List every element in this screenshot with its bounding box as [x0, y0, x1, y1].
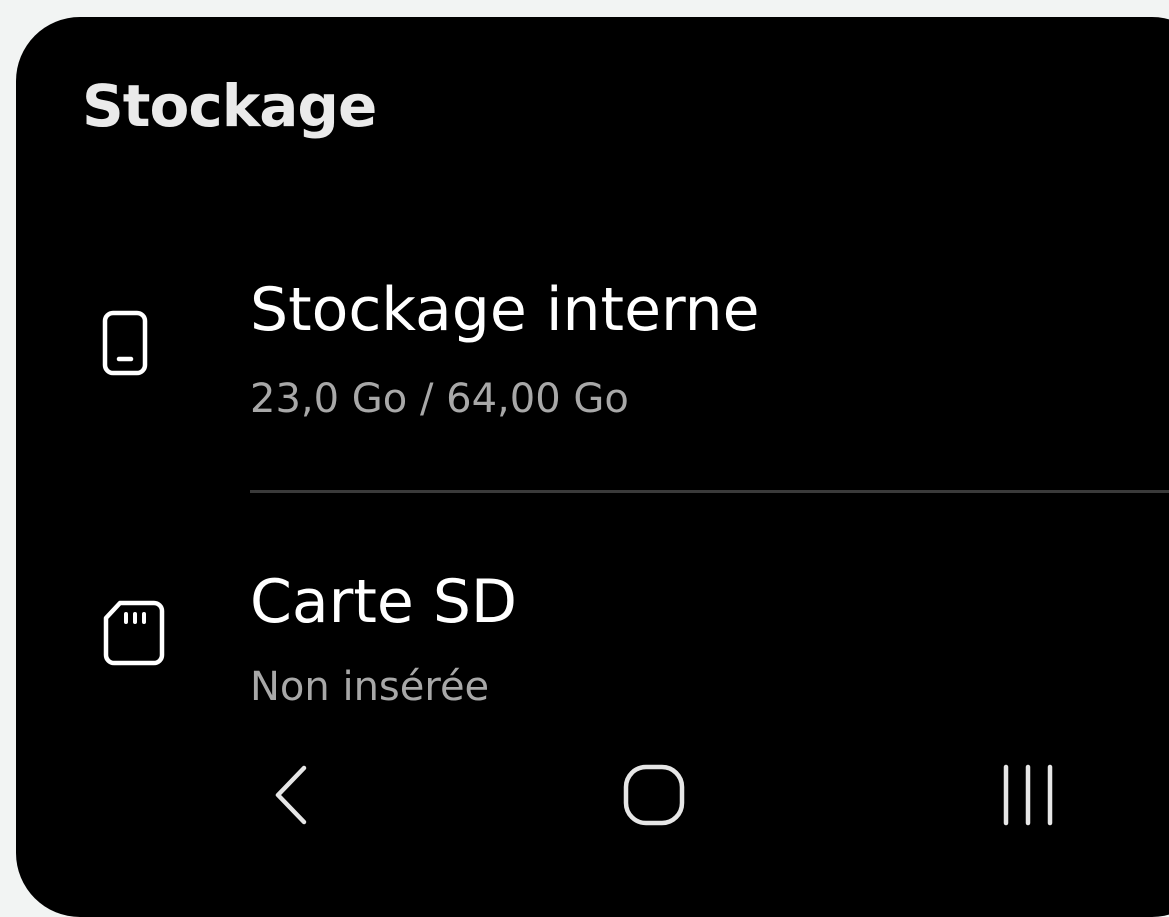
phone-icon [102, 310, 148, 380]
phone-screen: Stockage Stockage interne 23,0 Go / 64,0… [16, 17, 1169, 917]
sd-card-icon [102, 600, 166, 670]
home-button[interactable] [594, 761, 714, 833]
recents-icon [996, 763, 1060, 831]
item-title: Carte SD [250, 567, 518, 637]
page-title: Stockage [82, 72, 377, 140]
recents-button[interactable] [968, 761, 1088, 833]
navigation-bar [16, 737, 1169, 857]
divider [250, 490, 1169, 493]
item-title: Stockage interne [250, 275, 760, 345]
item-subtitle: Non insérée [250, 664, 490, 710]
back-button[interactable] [230, 761, 350, 833]
home-icon [622, 763, 686, 831]
item-subtitle: 23,0 Go / 64,00 Go [250, 376, 629, 422]
back-icon [270, 764, 310, 830]
